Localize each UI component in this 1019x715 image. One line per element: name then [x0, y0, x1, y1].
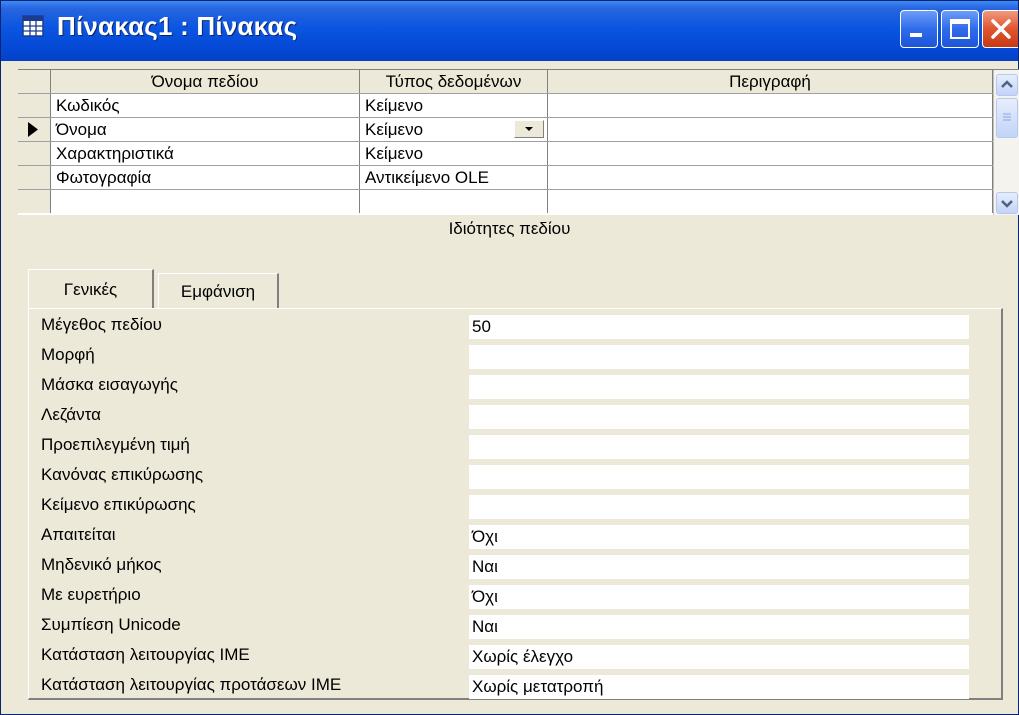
maximize-button[interactable]: [941, 10, 979, 48]
property-value-field[interactable]: [469, 465, 969, 489]
chevron-down-icon: [525, 127, 533, 131]
row-selector[interactable]: [18, 142, 51, 165]
property-row: Συμπίεση Unicode Ναι: [29, 611, 999, 641]
table-row[interactable]: Όνομα Κείμενο: [18, 118, 993, 142]
row-selector[interactable]: [18, 118, 51, 141]
row-selector[interactable]: [18, 94, 51, 117]
property-row: Μάσκα εισαγωγής: [29, 371, 999, 401]
description-cell[interactable]: [548, 118, 993, 141]
close-button[interactable]: [982, 10, 1018, 48]
field-name-cell[interactable]: Όνομα: [51, 118, 360, 141]
row-selector[interactable]: [18, 166, 51, 189]
current-row-arrow-icon: [28, 122, 38, 137]
property-row: Μέγεθος πεδίου 50: [29, 311, 999, 341]
property-row: Κανόνας επικύρωσης: [29, 461, 999, 491]
property-value-field[interactable]: [469, 345, 969, 369]
property-value-field[interactable]: Χωρίς έλεγχο: [469, 645, 969, 669]
grid-header-row: Όνομα πεδίου Τύπος δεδομένων Περιγραφή: [18, 70, 993, 94]
field-design-grid: Όνομα πεδίου Τύπος δεδομένων Περιγραφή Κ…: [18, 69, 1019, 215]
column-header-data-type[interactable]: Τύπος δεδομένων: [360, 70, 548, 93]
property-label: Με ευρετήριο: [41, 585, 141, 604]
chevron-down-icon: [1001, 200, 1013, 208]
property-row: Μορφή: [29, 341, 999, 371]
property-value-field[interactable]: [469, 495, 969, 519]
data-type-cell[interactable]: Κείμενο: [360, 94, 548, 117]
property-value-field[interactable]: [469, 405, 969, 429]
description-cell[interactable]: [548, 166, 993, 189]
property-value-field[interactable]: Όχι: [469, 585, 969, 609]
close-icon: [991, 19, 1011, 39]
field-properties-title: Ιδιότητες πεδίου: [448, 219, 571, 238]
property-row: Προεπιλεγμένη τιμή: [29, 431, 999, 461]
property-label: Κατάσταση λειτουργίας IME: [41, 645, 250, 664]
property-row: Μηδενικό μήκος Ναι: [29, 551, 999, 581]
table-icon: [22, 15, 44, 37]
field-name-cell[interactable]: Χαρακτηριστικά: [51, 142, 360, 165]
empty-row[interactable]: [18, 190, 993, 214]
window-title: Πίνακας1 : Πίνακας: [57, 11, 298, 41]
description-cell[interactable]: [548, 94, 993, 117]
property-value-field[interactable]: [469, 375, 969, 399]
column-header-description[interactable]: Περιγραφή: [548, 70, 993, 93]
tab-general[interactable]: Γενικές: [28, 269, 154, 309]
table-row[interactable]: Χαρακτηριστικά Κείμενο: [18, 142, 993, 166]
row-selector[interactable]: [18, 190, 51, 213]
property-row: Με ευρετήριο Όχι: [29, 581, 999, 611]
properties-panel: Μέγεθος πεδίου 50 Μορφή Μάσκα εισαγωγής …: [28, 308, 1003, 700]
property-label: Μηδενικό μήκος: [41, 555, 162, 574]
property-label: Συμπίεση Unicode: [41, 615, 181, 634]
property-row: Απαιτείται Όχι: [29, 521, 999, 551]
property-label: Κατάσταση λειτουργίας προτάσεων IME: [41, 675, 342, 694]
property-label: Μορφή: [41, 345, 95, 364]
chevron-up-icon: [1001, 80, 1013, 88]
table-row[interactable]: Φωτογραφία Αντικείμενο OLE: [18, 166, 993, 190]
maximize-icon: [950, 19, 970, 39]
minimize-icon: [910, 33, 922, 37]
grip-icon: [1003, 113, 1011, 121]
property-value-field[interactable]: Χωρίς μετατροπή: [469, 675, 969, 699]
property-row: Κατάσταση λειτουργίας προτάσεων IME Χωρί…: [29, 671, 999, 701]
scroll-down-button[interactable]: [996, 192, 1018, 214]
description-cell[interactable]: [548, 190, 993, 213]
property-row: Κείμενο επικύρωσης: [29, 491, 999, 521]
property-row: Κατάσταση λειτουργίας IME Χωρίς έλεγχο: [29, 641, 999, 671]
property-value-field[interactable]: 50: [469, 315, 969, 339]
field-name-cell[interactable]: Φωτογραφία: [51, 166, 360, 189]
property-label: Μέγεθος πεδίου: [41, 315, 162, 334]
scroll-up-button[interactable]: [996, 74, 1018, 96]
property-value-field[interactable]: Όχι: [469, 525, 969, 549]
field-name-cell[interactable]: Κωδικός: [51, 94, 360, 117]
column-header-field-name[interactable]: Όνομα πεδίου: [51, 70, 360, 93]
property-label: Μάσκα εισαγωγής: [41, 375, 178, 394]
property-label: Απαιτείται: [41, 525, 116, 544]
scroll-thumb[interactable]: [996, 98, 1018, 138]
property-value-field[interactable]: [469, 435, 969, 459]
property-row: Λεζάντα: [29, 401, 999, 431]
vertical-scrollbar[interactable]: [993, 70, 1019, 215]
property-label: Κανόνας επικύρωσης: [41, 465, 204, 484]
property-label: Προεπιλεγμένη τιμή: [41, 435, 190, 454]
property-value-field[interactable]: Ναι: [469, 555, 969, 579]
property-label: Λεζάντα: [41, 405, 101, 424]
field-name-cell[interactable]: [51, 190, 360, 213]
description-cell[interactable]: [548, 142, 993, 165]
table-design-window: Πίνακας1 : Πίνακας Όνομα πεδίου Τύπος δε…: [0, 0, 1019, 715]
data-type-cell[interactable]: [360, 190, 548, 213]
property-value-field[interactable]: Ναι: [469, 615, 969, 639]
tab-appearance[interactable]: Εμφάνιση: [158, 273, 279, 309]
property-label: Κείμενο επικύρωσης: [41, 495, 196, 514]
data-type-cell[interactable]: Αντικείμενο OLE: [360, 166, 548, 189]
header-selector-cell: [18, 70, 51, 93]
data-type-dropdown-button[interactable]: [514, 120, 544, 138]
title-bar[interactable]: Πίνακας1 : Πίνακας: [1, 1, 1018, 61]
minimize-button[interactable]: [900, 10, 938, 48]
data-type-cell[interactable]: Κείμενο: [360, 142, 548, 165]
table-row[interactable]: Κωδικός Κείμενο: [18, 94, 993, 118]
